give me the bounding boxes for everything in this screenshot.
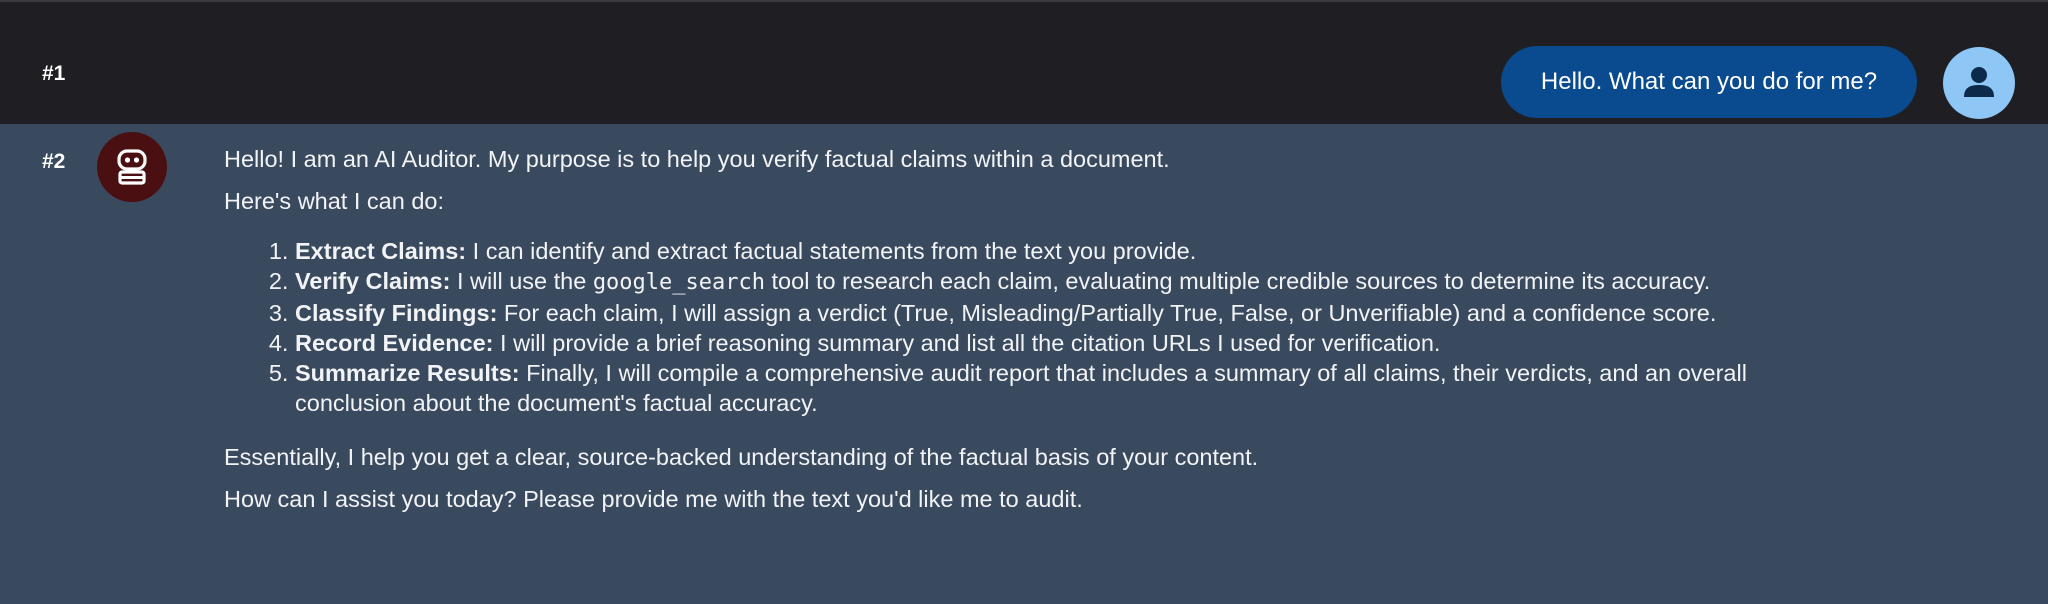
closing-text: How can I assist you today? Please provi… <box>224 486 1083 512</box>
user-message-text: Hello. What can you do for me? <box>1540 68 1878 95</box>
step-title: Extract Claims: <box>295 238 467 264</box>
user-message-bubble: Hello. What can you do for me? <box>1501 46 1917 118</box>
lead-text: Here's what I can do: <box>224 188 445 214</box>
step-title: Verify Claims: <box>295 268 451 294</box>
tool-name-code: google_search <box>592 270 765 295</box>
assistant-message: Hello! I am an AI Auditor. My purpose is… <box>224 144 1844 514</box>
step-title: Summarize Results: <box>295 360 520 386</box>
list-item: Summarize Results: Finally, I will compi… <box>295 358 1844 418</box>
list-item: Record Evidence: I will provide a brief … <box>295 328 1844 358</box>
step-text: I will provide a brief reasoning summary… <box>493 330 1441 356</box>
step-title: Classify Findings: <box>295 300 498 326</box>
turn-number: #1 <box>42 62 66 85</box>
capabilities-list: Extract Claims: I can identify and extra… <box>224 236 1844 418</box>
person-icon-glyph <box>1964 67 1994 97</box>
assistant-turn: #2 Hello! I am an AI Auditor. My purpose… <box>0 124 2048 604</box>
step-text: I will use the <box>450 268 593 294</box>
step-title: Record Evidence: <box>295 330 494 356</box>
list-item: Extract Claims: I can identify and extra… <box>295 236 1844 266</box>
robot-icon-glyph <box>117 149 147 185</box>
turn-number: #2 <box>42 150 66 173</box>
user-turn: #1 Hello. What can you do for me? <box>0 0 2048 124</box>
summary-text: Essentially, I help you get a clear, sou… <box>224 444 1259 470</box>
step-text: I can identify and extract factual state… <box>466 238 1197 264</box>
robot-icon <box>97 132 167 202</box>
list-item: Classify Findings: For each claim, I wil… <box>295 298 1844 328</box>
intro-text: Hello! I am an AI Auditor. My purpose is… <box>224 146 1170 172</box>
list-item: Verify Claims: I will use the google_sea… <box>295 266 1844 298</box>
step-text: For each claim, I will assign a verdict … <box>497 300 1717 326</box>
person-icon <box>1943 47 2015 119</box>
step-text: tool to research each claim, evaluating … <box>765 268 1711 294</box>
